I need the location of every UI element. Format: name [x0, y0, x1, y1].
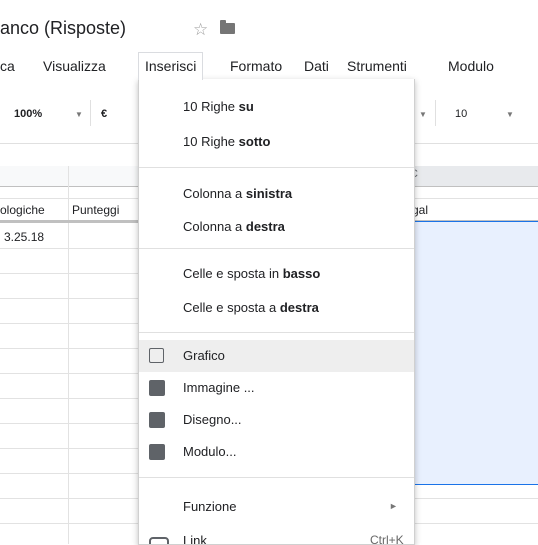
menu-form[interactable]: Modulo	[442, 54, 500, 78]
menu-divider	[139, 332, 414, 333]
star-icon[interactable]: ☆	[193, 20, 208, 40]
column-header-selected[interactable]	[409, 166, 538, 186]
chart-icon	[149, 348, 164, 363]
currency-button[interactable]: €	[101, 108, 107, 120]
insert-drawing[interactable]: Disegno...	[139, 404, 414, 436]
insert-rows-below[interactable]: 10 Righe sotto	[139, 126, 414, 158]
menu-divider	[139, 167, 414, 168]
toolbar-separator	[90, 100, 91, 126]
toolbar-separator	[435, 100, 436, 126]
menu-divider	[139, 477, 414, 478]
form-icon	[149, 444, 165, 460]
menu-partial[interactable]: ca	[0, 54, 21, 78]
font-size-select[interactable]: 10	[455, 108, 467, 120]
zoom-caret-icon[interactable]: ▼	[75, 110, 83, 119]
document-title[interactable]: anco (Risposte)	[0, 18, 126, 39]
image-icon	[149, 380, 165, 396]
submenu-arrow-icon: ►	[389, 501, 398, 511]
insert-image[interactable]: Immagine ...	[139, 372, 414, 404]
drawing-icon	[149, 412, 165, 428]
header-cell[interactable]: Punteggi	[72, 203, 119, 217]
selected-range[interactable]	[409, 221, 538, 485]
insert-link[interactable]: Link Ctrl+K	[139, 525, 414, 544]
font-size-caret-icon[interactable]: ▼	[506, 110, 514, 119]
folder-icon[interactable]	[220, 20, 235, 34]
insert-rows-above[interactable]: 10 Righe su	[139, 91, 414, 123]
insert-column-right[interactable]: Colonna a destra	[139, 211, 414, 243]
insert-cells-shift-right[interactable]: Celle e sposta a destra	[139, 292, 414, 324]
insert-column-left[interactable]: Colonna a sinistra	[139, 178, 414, 210]
insert-cells-shift-down[interactable]: Celle e sposta in basso	[139, 258, 414, 290]
insert-form[interactable]: Modulo...	[139, 436, 414, 468]
insert-menu-dropdown: 10 Righe su 10 Righe sotto Colonna a sin…	[138, 79, 415, 545]
menu-data[interactable]: Dati	[298, 54, 335, 78]
font-caret-icon[interactable]: ▼	[419, 110, 427, 119]
menu-divider	[139, 248, 414, 249]
data-cell[interactable]: 3.25.18	[4, 230, 44, 244]
header-cell[interactable]: ologiche	[0, 203, 45, 217]
menu-view[interactable]: Visualizza	[37, 54, 112, 78]
insert-chart[interactable]: Grafico	[139, 340, 414, 372]
zoom-select[interactable]: 100%	[14, 108, 42, 120]
menu-insert[interactable]: Inserisci	[138, 52, 204, 80]
insert-function[interactable]: Funzione ►	[139, 491, 414, 523]
menu-format[interactable]: Formato	[224, 54, 288, 78]
menu-tools[interactable]: Strumenti	[341, 54, 413, 78]
